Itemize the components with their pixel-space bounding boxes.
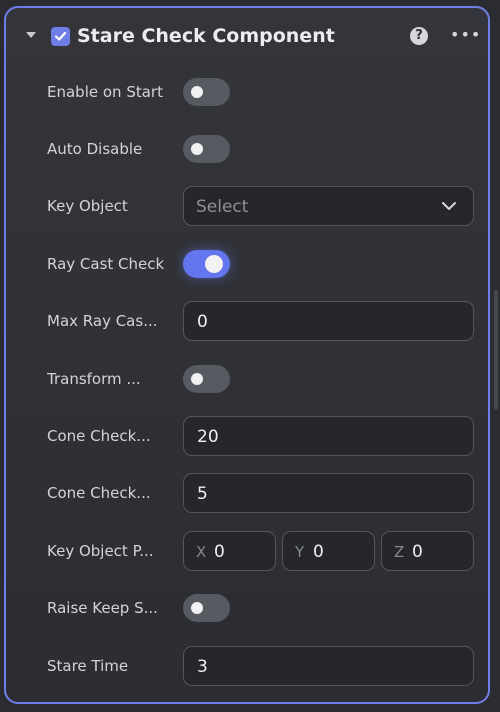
max-ray-cast-label: Max Ray Cas... (47, 312, 158, 330)
position-y-input[interactable]: Y 0 (282, 531, 375, 571)
question-icon[interactable]: ? (410, 27, 428, 45)
x-axis-label: X (196, 543, 207, 561)
stare-time-label: Stare Time (47, 657, 129, 675)
checkmark-icon (54, 31, 67, 41)
component-enabled-checkbox[interactable] (51, 27, 70, 46)
row-key-object: Key Object Select (6, 186, 488, 226)
position-z-input[interactable]: Z 0 (381, 531, 474, 571)
enable-on-start-label: Enable on Start (47, 83, 163, 101)
max-ray-cast-input[interactable]: 0 (183, 301, 474, 341)
raise-keep-label: Raise Keep S... (47, 599, 158, 617)
position-x-input[interactable]: X 0 (183, 531, 276, 571)
transform-toggle[interactable] (183, 365, 230, 393)
ray-cast-check-label: Ray Cast Check (47, 255, 165, 273)
cone-check-2-label: Cone Check... (47, 484, 151, 502)
row-key-object-position: Key Object P... X 0 Y 0 Z 0 (6, 531, 488, 571)
inspector-panel: Stare Check Component ? ••• Enable on St… (4, 6, 490, 704)
collapse-caret-icon[interactable] (26, 32, 36, 38)
row-cone-check-2: Cone Check... 5 (6, 473, 488, 513)
row-max-ray-cast: Max Ray Cas... 0 (6, 301, 488, 341)
cone-check-2-input[interactable]: 5 (183, 473, 474, 513)
position-y-value: 0 (313, 542, 324, 562)
transform-label: Transform ... (47, 370, 141, 388)
key-object-position-label: Key Object P... (47, 542, 154, 560)
row-raise-keep: Raise Keep S... (6, 588, 488, 628)
scrollbar[interactable] (494, 290, 498, 410)
row-transform: Transform ... (6, 359, 488, 399)
row-stare-time: Stare Time 3 (6, 646, 488, 686)
auto-disable-label: Auto Disable (47, 140, 143, 158)
chevron-down-icon (442, 202, 456, 210)
key-object-select[interactable]: Select (183, 186, 474, 226)
toggle-knob (191, 373, 203, 385)
raise-keep-toggle[interactable] (183, 594, 230, 622)
ray-cast-check-toggle[interactable] (183, 250, 230, 278)
key-object-placeholder: Select (196, 197, 249, 217)
y-axis-label: Y (295, 543, 305, 561)
cone-check-1-label: Cone Check... (47, 427, 151, 445)
component-header: Stare Check Component ? ••• (6, 8, 488, 66)
cone-check-1-input[interactable]: 20 (183, 416, 474, 456)
stare-time-input[interactable]: 3 (183, 646, 474, 686)
row-enable-on-start: Enable on Start (6, 72, 488, 112)
z-axis-label: Z (394, 543, 405, 561)
toggle-knob (205, 255, 223, 273)
row-auto-disable: Auto Disable (6, 129, 488, 169)
row-cone-check-1: Cone Check... 20 (6, 416, 488, 456)
cone-check-1-value: 20 (197, 427, 219, 447)
stare-time-value: 3 (197, 657, 208, 677)
key-object-label: Key Object (47, 197, 128, 215)
row-ray-cast-check: Ray Cast Check (6, 244, 488, 284)
auto-disable-toggle[interactable] (183, 135, 230, 163)
position-x-value: 0 (214, 542, 225, 562)
position-z-value: 0 (412, 542, 423, 562)
toggle-knob (191, 602, 203, 614)
component-title: Stare Check Component (77, 25, 335, 47)
toggle-knob (191, 143, 203, 155)
max-ray-cast-value: 0 (197, 312, 208, 332)
more-dots-icon[interactable]: ••• (450, 27, 480, 45)
cone-check-2-value: 5 (197, 484, 208, 504)
toggle-knob (191, 86, 203, 98)
enable-on-start-toggle[interactable] (183, 78, 230, 106)
